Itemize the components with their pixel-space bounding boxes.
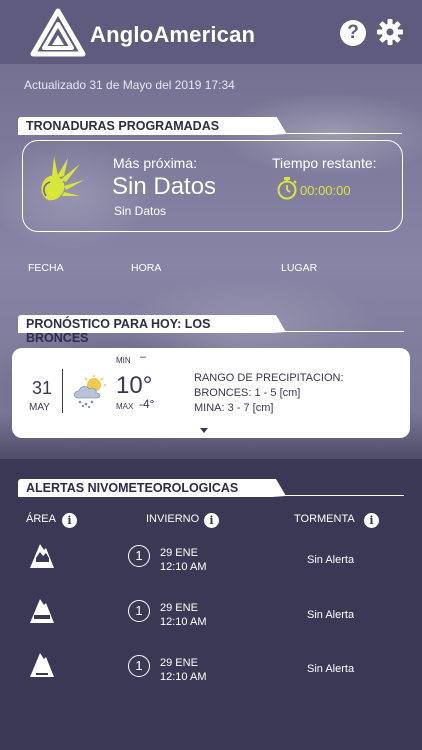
- alerts-background: [0, 459, 422, 750]
- next-blast-label: Más próxima:: [113, 155, 198, 171]
- alert-datetime: 29 ENE 12:10 AM: [160, 656, 206, 684]
- header-invierno: INVIERNO: [146, 513, 200, 525]
- header-tormenta: TORMENTA: [294, 513, 355, 525]
- info-icon[interactable]: i: [204, 513, 219, 528]
- time-remaining-label: Tiempo restante:: [272, 155, 377, 171]
- alert-date: 29 ENE: [160, 657, 198, 669]
- section-divider: [284, 133, 402, 134]
- precipitation-range: RANGO DE PRECIPITACION: BRONCES: 1 - 5 […: [194, 371, 344, 416]
- alert-status: Sin Alerta: [307, 663, 355, 675]
- max-temp-value: -4°: [139, 397, 155, 411]
- alert-date: 29 ENE: [160, 547, 198, 559]
- section-divider: [284, 495, 404, 496]
- alert-datetime: 29 ENE 12:10 AM: [160, 601, 206, 629]
- alert-datetime: 29 ENE 12:10 AM: [160, 546, 206, 574]
- partly-cloudy-snow-icon: [73, 375, 106, 408]
- mountain-icon: [30, 653, 54, 677]
- info-icon[interactable]: i: [62, 513, 77, 528]
- min-temp-value: –: [140, 351, 147, 363]
- alert-status: Sin Alerta: [307, 609, 355, 621]
- alert-level: 1: [128, 600, 150, 622]
- alert-level: 1: [128, 655, 150, 677]
- column-hora: HORA: [131, 262, 162, 274]
- column-lugar: LUGAR: [281, 262, 318, 274]
- section-title-alerts: ALERTAS NIVOMETEOROLOGICAS: [18, 479, 274, 497]
- forecast-month: MAY: [29, 402, 50, 413]
- last-updated: Actualizado 31 de Mayo del 2019 17:34: [24, 78, 235, 92]
- alert-status: Sin Alerta: [307, 554, 355, 566]
- expand-caret-icon[interactable]: [200, 428, 208, 433]
- next-blast-subtext: Sin Datos: [114, 204, 167, 218]
- alert-time: 12:10 AM: [160, 561, 207, 573]
- section-title-forecast: PRONÓSTICO PARA HOY: LOS BRONCES: [18, 315, 274, 345]
- column-fecha: FECHA: [28, 262, 64, 274]
- alert-time: 12:10 AM: [160, 671, 207, 683]
- precip-mina: MINA: 3 - 7 [cm]: [194, 402, 274, 414]
- info-icon[interactable]: i: [364, 513, 379, 528]
- mountain-icon: [30, 599, 54, 623]
- alert-time: 12:10 AM: [160, 616, 207, 628]
- section-divider: [284, 331, 404, 332]
- brand-name: AngloAmerican: [90, 22, 256, 47]
- current-temp: 10°: [116, 372, 153, 399]
- section-title-tronaduras: TRONADURAS PROGRAMADAS: [18, 117, 274, 135]
- date-divider: [62, 369, 63, 413]
- stopwatch-icon: [277, 177, 297, 200]
- alert-level: 1: [128, 545, 150, 567]
- min-temp-label: MIN: [116, 356, 131, 365]
- next-blast-value: Sin Datos: [112, 173, 217, 200]
- time-remaining-value: 00:00:00: [300, 183, 351, 198]
- precip-title: RANGO DE PRECIPITACION:: [194, 372, 344, 384]
- header-area: ÁREA: [26, 513, 56, 525]
- help-icon[interactable]: ?: [340, 20, 366, 46]
- max-temp-label: MAX: [116, 402, 134, 411]
- gear-icon[interactable]: [376, 18, 404, 46]
- anglo-logo-icon: [30, 8, 86, 57]
- forecast-day: 31: [32, 378, 53, 398]
- explosion-icon: [41, 156, 84, 201]
- precip-bronces: BRONCES: 1 - 5 [cm]: [194, 387, 301, 399]
- alert-date: 29 ENE: [160, 602, 198, 614]
- mountain-icon: [30, 544, 54, 568]
